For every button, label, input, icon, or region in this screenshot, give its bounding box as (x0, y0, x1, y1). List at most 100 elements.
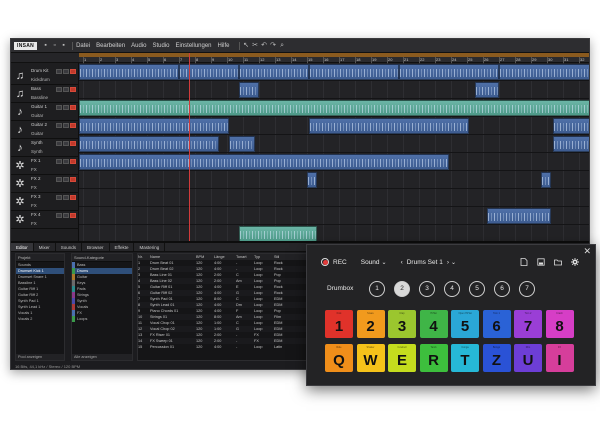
solo-button[interactable] (63, 195, 69, 200)
solo-button[interactable] (63, 213, 69, 218)
menu-settings[interactable]: Einstellungen (175, 43, 211, 49)
solo-button[interactable] (63, 105, 69, 110)
track-lane[interactable] (79, 117, 589, 135)
bank-button[interactable]: 6 (494, 281, 510, 297)
track-name[interactable]: Synth (31, 140, 43, 145)
menu-help[interactable]: Hilfe (218, 43, 230, 49)
audio-clip[interactable] (179, 64, 239, 80)
category-pane-footer[interactable]: Alle anzeigen (72, 354, 132, 360)
menu-studio[interactable]: Studio (152, 43, 169, 49)
undo-icon[interactable]: ↶ (261, 42, 268, 49)
track-header[interactable]: ♪ Guitar 2 Guitar (11, 121, 79, 139)
audio-clip[interactable] (553, 118, 589, 134)
scissors-icon[interactable]: ✂ (252, 42, 259, 49)
timeline-ruler[interactable]: 1 2 3 4 5 6 7 8 9 10 11 12 13 14 15 16 17 18 19 20 21 22 23 24 2… (79, 53, 589, 63)
drum-pad[interactable]: Clap 3 (388, 310, 416, 338)
track-name[interactable]: Guitar 2 (31, 122, 47, 127)
audio-clip[interactable] (309, 64, 399, 80)
track-lane[interactable] (79, 225, 589, 241)
save-icon[interactable]: ▪ (60, 42, 67, 49)
audio-clip[interactable] (239, 226, 317, 241)
record-arm-button[interactable] (70, 141, 76, 146)
drum-pad[interactable]: HiHat 4 (419, 310, 448, 338)
new-file-icon[interactable]: ▪ (42, 42, 49, 49)
audio-clip[interactable] (239, 64, 309, 80)
tab-mixer[interactable]: Mixer (34, 243, 56, 251)
solo-button[interactable] (63, 123, 69, 128)
sound-dropdown[interactable]: Sound (361, 259, 380, 266)
mute-button[interactable] (56, 105, 62, 110)
drum-pad[interactable]: Shaker W (356, 344, 385, 372)
open-file-icon[interactable]: ▫ (51, 42, 58, 49)
track-lane[interactable] (79, 135, 589, 153)
record-arm-button[interactable] (70, 177, 76, 182)
mute-button[interactable] (56, 123, 62, 128)
track-name[interactable]: FX 3 (31, 194, 41, 199)
track-header[interactable]: ♫ Bass Bassline (11, 85, 79, 103)
zoom-icon[interactable]: ⌕ (279, 42, 286, 49)
track-name[interactable]: Guitar 1 (31, 104, 47, 109)
mute-button[interactable] (56, 177, 62, 182)
mute-button[interactable] (56, 69, 62, 74)
track-lane[interactable] (79, 153, 589, 171)
record-arm-button[interactable] (70, 213, 76, 218)
drum-pad[interactable]: Conga T (451, 344, 479, 372)
preset-name[interactable]: Drums Set 1 (407, 259, 443, 266)
loop-range-bar[interactable] (79, 53, 589, 57)
solo-button[interactable] (63, 87, 69, 92)
track-lane[interactable] (79, 171, 589, 189)
record-arm-button[interactable] (70, 105, 76, 110)
bank-button[interactable]: 4 (444, 281, 460, 297)
cursor-icon[interactable]: ↖ (243, 42, 250, 49)
gear-icon[interactable] (571, 258, 579, 266)
arrangement-view[interactable]: 1 2 3 4 5 6 7 8 9 10 11 12 13 14 15 16 17 18 19 20 21 22 23 24 2… (79, 53, 589, 241)
bank-button[interactable]: 3 (419, 281, 435, 297)
bank-button[interactable]: 2 (394, 281, 410, 297)
drum-pad[interactable]: Bongo Z (482, 344, 511, 372)
audio-clip[interactable] (553, 136, 589, 152)
drum-pad[interactable]: Tamb R (419, 344, 448, 372)
bank-button[interactable]: 7 (519, 281, 535, 297)
audio-clip[interactable] (229, 136, 255, 152)
record-arm-button[interactable] (70, 159, 76, 164)
track-header[interactable]: ✲ FX 2 FX (11, 175, 79, 193)
audio-clip[interactable] (541, 172, 551, 188)
tab-effekte[interactable]: Effekte (110, 243, 135, 251)
record-arm-button[interactable] (70, 123, 76, 128)
tab-browser[interactable]: Browser (82, 243, 110, 251)
audio-clip[interactable] (79, 136, 219, 152)
playhead[interactable] (189, 53, 190, 241)
drum-pad[interactable]: Crash 8 (545, 310, 574, 338)
track-name[interactable]: FX 1 (31, 158, 41, 163)
menu-edit[interactable]: Bearbeiten (96, 43, 125, 49)
drum-pad[interactable]: Snare 2 (356, 310, 385, 338)
bank-button[interactable]: 1 (369, 281, 385, 297)
audio-clip[interactable] (475, 82, 499, 98)
track-name[interactable]: Drum Kit (31, 68, 49, 73)
solo-button[interactable] (63, 69, 69, 74)
mute-button[interactable] (56, 195, 62, 200)
track-name[interactable]: FX 4 (31, 212, 41, 217)
drum-pad[interactable]: Ride Q (325, 344, 353, 372)
audio-clip[interactable] (79, 154, 449, 170)
list-item[interactable]: Loops (72, 316, 132, 322)
drum-pad[interactable]: FX I (545, 344, 574, 372)
audio-clip[interactable] (79, 100, 589, 116)
track-lane[interactable] (79, 99, 589, 117)
track-name[interactable]: Bass (31, 86, 41, 91)
drum-pad[interactable]: Tom 2 7 (514, 310, 542, 338)
track-header[interactable]: ✲ FX 1 FX (11, 157, 79, 175)
track-lane[interactable] (79, 207, 589, 225)
record-arm-button[interactable] (70, 195, 76, 200)
list-item[interactable]: Vocals 2 (16, 316, 64, 322)
audio-clip[interactable] (309, 118, 469, 134)
mute-button[interactable] (56, 213, 62, 218)
drum-pad[interactable]: Kick 1 (325, 310, 353, 338)
drum-pad[interactable]: Open HiHat 5 (451, 310, 479, 338)
bank-button[interactable]: 5 (469, 281, 485, 297)
menu-audio[interactable]: Audio (131, 43, 146, 49)
track-header[interactable]: ✲ FX 4 FX (11, 211, 79, 229)
file-icon[interactable] (520, 258, 528, 266)
mute-button[interactable] (56, 159, 62, 164)
track-name[interactable]: FX 2 (31, 176, 41, 181)
